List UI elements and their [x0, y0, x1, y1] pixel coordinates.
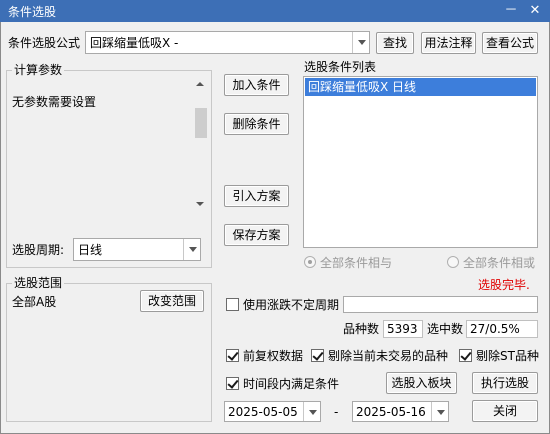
end-date-value: 2025-05-16 [356, 405, 426, 419]
and-logic-radio[interactable] [304, 256, 316, 268]
usage-notes-button[interactable]: 用法注释 [421, 32, 476, 54]
hit-count-value: 27/0.5% [466, 320, 538, 338]
add-condition-button[interactable]: 加入条件 [224, 74, 289, 96]
start-date-value: 2025-05-05 [228, 405, 298, 419]
start-date-picker[interactable]: 2025-05-05 [224, 401, 321, 422]
title-bar[interactable] [0, 0, 550, 22]
and-logic-label: 全部条件相与 [320, 256, 393, 270]
close-window-button[interactable]: ✕ [524, 1, 546, 21]
exclude-st-label: 剔除ST品种 [476, 349, 539, 363]
period-value: 日线 [78, 243, 103, 257]
formula-combobox[interactable]: 回踩缩量低吸X - [85, 31, 370, 54]
view-formula-button[interactable]: 查看公式 [482, 32, 538, 54]
conditions-list-title: 选股条件列表 [304, 60, 377, 74]
or-logic-label: 全部条件相或 [463, 256, 536, 270]
period-combobox[interactable]: 日线 [73, 238, 201, 261]
time-range-label: 时间段内满足条件 [243, 377, 340, 391]
total-count-label: 品种数 [343, 322, 380, 336]
scroll-down-icon[interactable] [196, 202, 204, 206]
conditions-list[interactable]: 回踩缩量低吸X 日线 [303, 76, 538, 248]
window-title: 条件选股 [8, 5, 57, 19]
chevron-down-icon[interactable] [303, 402, 320, 421]
scope-value: 全部A股 [12, 295, 57, 309]
or-logic-radio[interactable] [447, 256, 459, 268]
condition-list-item[interactable]: 回踩缩量低吸X 日线 [305, 78, 536, 96]
change-scope-button[interactable]: 改变范围 [140, 290, 204, 312]
period-label: 选股周期: [12, 243, 65, 257]
exclude-untraded-label: 剔除当前未交易的品种 [328, 349, 449, 363]
chevron-down-icon[interactable] [183, 239, 200, 260]
date-separator: - [334, 405, 339, 419]
params-message: 无参数需要设置 [12, 95, 97, 109]
find-button[interactable]: 查找 [376, 32, 414, 54]
scroll-thumb[interactable] [195, 108, 207, 138]
end-date-picker[interactable]: 2025-05-16 [352, 401, 449, 422]
params-scrollbar[interactable] [194, 80, 208, 210]
variable-period-checkbox[interactable] [226, 298, 239, 311]
save-plan-button[interactable]: 保存方案 [224, 224, 289, 246]
delete-condition-button[interactable]: 删除条件 [224, 113, 289, 135]
run-selection-button[interactable]: 执行选股 [472, 372, 538, 394]
scope-group-title: 选股范围 [12, 276, 65, 290]
adjusted-data-label: 前复权数据 [243, 349, 304, 363]
variable-period-input[interactable] [343, 296, 538, 313]
formula-value: 回踩缩量低吸X - [90, 36, 179, 50]
import-plan-button[interactable]: 引入方案 [224, 185, 289, 207]
exclude-st-checkbox[interactable] [459, 349, 472, 362]
chevron-down-icon[interactable] [352, 32, 369, 53]
adjusted-data-checkbox[interactable] [226, 349, 239, 362]
minimize-button[interactable]: － [500, 1, 522, 21]
chevron-down-icon[interactable] [431, 402, 448, 421]
close-button[interactable]: 关闭 [472, 400, 538, 422]
total-count-value: 5393 [383, 320, 423, 338]
scroll-up-icon[interactable] [196, 82, 204, 86]
hit-count-label: 选中数 [427, 322, 464, 336]
status-message: 选股完毕. [478, 278, 530, 292]
time-range-checkbox[interactable] [226, 377, 239, 390]
formula-label: 条件选股公式 [8, 36, 81, 50]
params-group-title: 计算参数 [12, 63, 65, 77]
variable-period-label: 使用涨跌不定周期 [243, 298, 340, 312]
exclude-untraded-checkbox[interactable] [311, 349, 324, 362]
add-to-block-button[interactable]: 选股入板块 [386, 372, 457, 394]
